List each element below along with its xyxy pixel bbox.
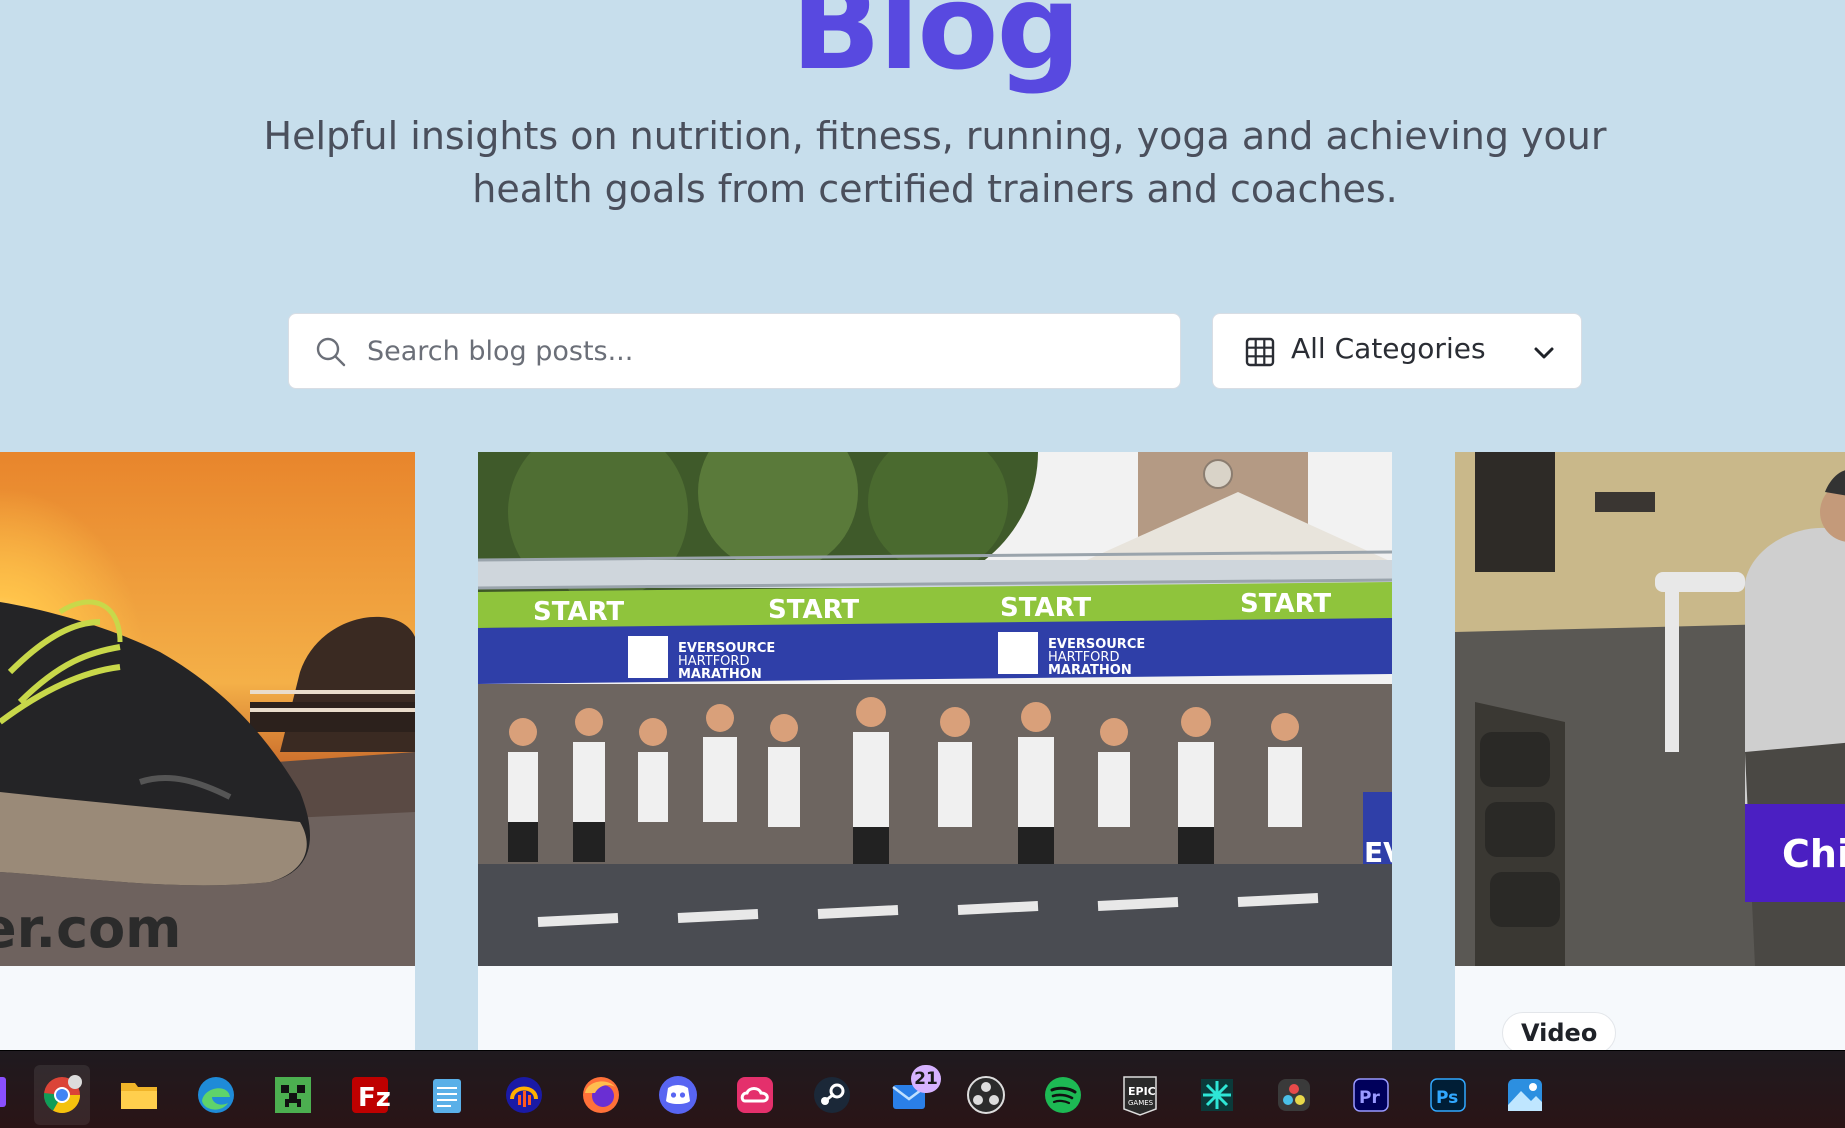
taskbar-premiere-pro[interactable]: Pr xyxy=(1343,1065,1399,1125)
blog-page: Blog Helpful insights on nutrition, fitn… xyxy=(0,0,1845,1050)
spotify-icon xyxy=(1045,1077,1081,1113)
card-image-marathon[interactable]: START START START START EVERSOURCE HARTF… xyxy=(478,452,1392,966)
steam-icon xyxy=(814,1077,850,1113)
taskbar-steam[interactable] xyxy=(804,1065,860,1125)
running-shoe-photo: er.com xyxy=(0,452,415,966)
chevron-down-icon xyxy=(1534,347,1554,359)
taskbar-filezilla[interactable]: Fz xyxy=(342,1065,398,1125)
svg-text:GAMES: GAMES xyxy=(1128,1099,1154,1107)
banner-start-1: START xyxy=(533,597,624,627)
mail-unread-badge: 21 xyxy=(911,1065,941,1093)
audacity-icon xyxy=(506,1077,542,1113)
video-badge[interactable]: Video xyxy=(1502,1012,1617,1050)
premiere-pro-icon: Pr xyxy=(1353,1078,1389,1112)
edge-icon xyxy=(198,1077,234,1113)
card-image-gym[interactable]: Chi xyxy=(1455,452,1845,966)
chrome-icon xyxy=(43,1075,82,1114)
blog-card-gym-video[interactable]: Chi Video xyxy=(1455,452,1845,1050)
card-image-running-shoe[interactable]: er.com xyxy=(0,452,415,966)
davinci-resolve-icon xyxy=(1278,1079,1310,1111)
taskbar-discord[interactable] xyxy=(650,1065,706,1125)
photoshop-icon: Ps xyxy=(1430,1078,1466,1112)
taskbar-minecraft[interactable] xyxy=(265,1065,321,1125)
gym-video-thumbnail: Chi xyxy=(1455,452,1845,966)
photos-icon xyxy=(1508,1079,1542,1111)
taskbar-davinci-resolve[interactable] xyxy=(1266,1065,1322,1125)
taskbar-creative-cloud[interactable] xyxy=(727,1065,783,1125)
taskbar: Fz 21 EPIC GAMES Pr Ps xyxy=(0,1050,1845,1128)
marathon-start-photo: START START START START EVERSOURCE HARTF… xyxy=(478,452,1392,966)
category-select[interactable]: All Categories xyxy=(1212,313,1582,389)
start-edge-indicator xyxy=(0,1077,6,1107)
taskbar-notepad[interactable] xyxy=(419,1065,475,1125)
category-select-label: All Categories xyxy=(1291,332,1486,365)
taskbar-spotify[interactable] xyxy=(1035,1065,1091,1125)
filezilla-icon: Fz xyxy=(352,1077,391,1113)
taskbar-obs[interactable] xyxy=(958,1065,1014,1125)
discord-icon xyxy=(659,1076,697,1114)
grid-icon xyxy=(1245,337,1275,367)
taskbar-mail[interactable]: 21 xyxy=(881,1065,941,1125)
svg-text:Fz: Fz xyxy=(358,1083,391,1113)
creeper-icon xyxy=(275,1077,311,1113)
page-title: Blog xyxy=(791,0,1081,96)
taskbar-photoshop[interactable]: Ps xyxy=(1420,1065,1476,1125)
notepad-icon xyxy=(433,1079,461,1113)
taskbar-edge[interactable] xyxy=(188,1065,244,1125)
search-icon xyxy=(316,337,346,367)
firefox-icon xyxy=(583,1077,619,1113)
epic-games-icon: EPIC GAMES xyxy=(1123,1076,1157,1116)
taskbar-epic-games[interactable]: EPIC GAMES xyxy=(1112,1065,1168,1125)
blog-card-marathon[interactable]: START START START START EVERSOURCE HARTF… xyxy=(478,452,1392,1050)
folder-icon xyxy=(121,1083,157,1109)
image-watermark-text: er.com xyxy=(0,897,181,960)
svg-text:Pr: Pr xyxy=(1359,1088,1380,1108)
taskbar-chrome[interactable] xyxy=(34,1065,90,1125)
taskbar-audacity[interactable] xyxy=(496,1065,552,1125)
ghost-icon xyxy=(1201,1079,1233,1111)
taskbar-ghost[interactable] xyxy=(1189,1065,1245,1125)
creative-cloud-icon xyxy=(737,1077,773,1113)
search-input[interactable] xyxy=(367,314,1157,388)
search-box[interactable] xyxy=(288,313,1181,389)
banner-start-4: START xyxy=(1240,589,1331,619)
banner-start-2: START xyxy=(768,595,859,625)
blog-card-running-shoe[interactable]: er.com xyxy=(0,452,415,1050)
taskbar-firefox[interactable] xyxy=(573,1065,629,1125)
video-overlay-text: Chi xyxy=(1782,832,1845,876)
svg-text:EPIC: EPIC xyxy=(1128,1085,1156,1098)
banner-start-3: START xyxy=(1000,593,1091,623)
svg-text:Ps: Ps xyxy=(1436,1088,1458,1108)
banner-event-1: MARATHON xyxy=(678,667,762,682)
banner-event-2: MARATHON xyxy=(1048,663,1132,678)
obs-icon xyxy=(967,1076,1005,1114)
taskbar-photos[interactable] xyxy=(1497,1065,1553,1125)
taskbar-file-explorer[interactable] xyxy=(111,1065,167,1125)
page-subtitle: Helpful insights on nutrition, fitness, … xyxy=(263,114,1607,211)
